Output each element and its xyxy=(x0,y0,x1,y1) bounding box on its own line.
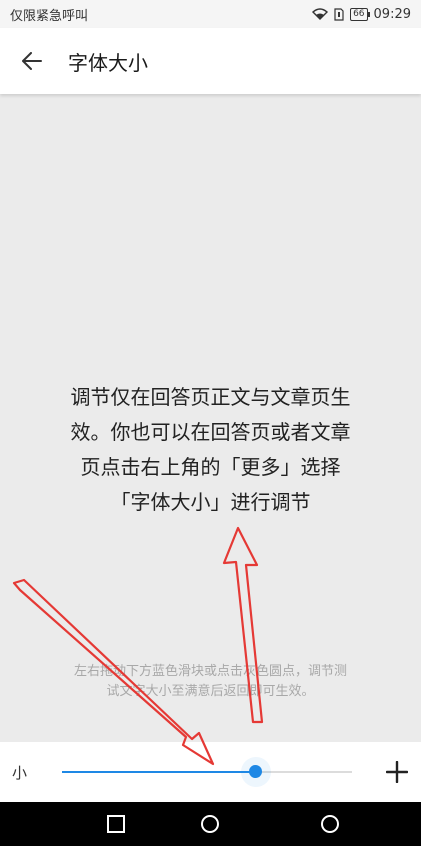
page-title: 字体大小 xyxy=(68,50,148,75)
preview-line: 调节仅在回答页正文与文章页生 xyxy=(70,385,351,409)
arrow-left-icon[interactable] xyxy=(20,49,44,73)
small-label: 小 xyxy=(12,764,28,782)
font-size-slider-panel: 小 xyxy=(0,742,421,802)
hint-line: 试文字大小至满意后返回即可生效。 xyxy=(106,684,315,699)
plus-icon[interactable] xyxy=(384,759,410,785)
square-icon[interactable] xyxy=(106,814,126,834)
wifi-icon xyxy=(312,8,329,20)
preview-text: 调节仅在回答页正文与文章页生 效。你也可以在回答页或者文章 页点击右上角的「更多… xyxy=(40,380,381,520)
preview-line: 效。你也可以在回答页或者文章 xyxy=(70,420,351,444)
navigation-bar xyxy=(0,802,421,846)
preview-area: 调节仅在回答页正文与文章页生 效。你也可以在回答页或者文章 页点击右上角的「更多… xyxy=(0,94,421,742)
sim-icon xyxy=(334,7,344,21)
clock: 09:29 xyxy=(373,6,411,22)
circle-icon[interactable] xyxy=(320,814,340,834)
slider-fill xyxy=(62,771,257,773)
app-bar: 字体大小 xyxy=(0,28,421,94)
status-bar: 仅限紧急呼叫 66 09:29 xyxy=(0,0,421,28)
slider-track[interactable] xyxy=(62,757,352,787)
preview-line: 页点击右上角的「更多」选择 xyxy=(80,455,341,479)
battery-icon: 66 xyxy=(350,7,371,21)
circle-home-icon[interactable] xyxy=(200,814,220,834)
carrier-text: 仅限紧急呼叫 xyxy=(10,8,89,24)
hint-line: 左右拖动下方蓝色滑块或点击灰色圆点，调节测 xyxy=(73,664,347,679)
status-icons: 66 09:29 xyxy=(312,7,411,22)
preview-line: 「字体大小」进行调节 xyxy=(110,490,311,514)
hint-text: 左右拖动下方蓝色滑块或点击灰色圆点，调节测 试文字大小至满意后返回即可生效。 xyxy=(30,662,391,702)
